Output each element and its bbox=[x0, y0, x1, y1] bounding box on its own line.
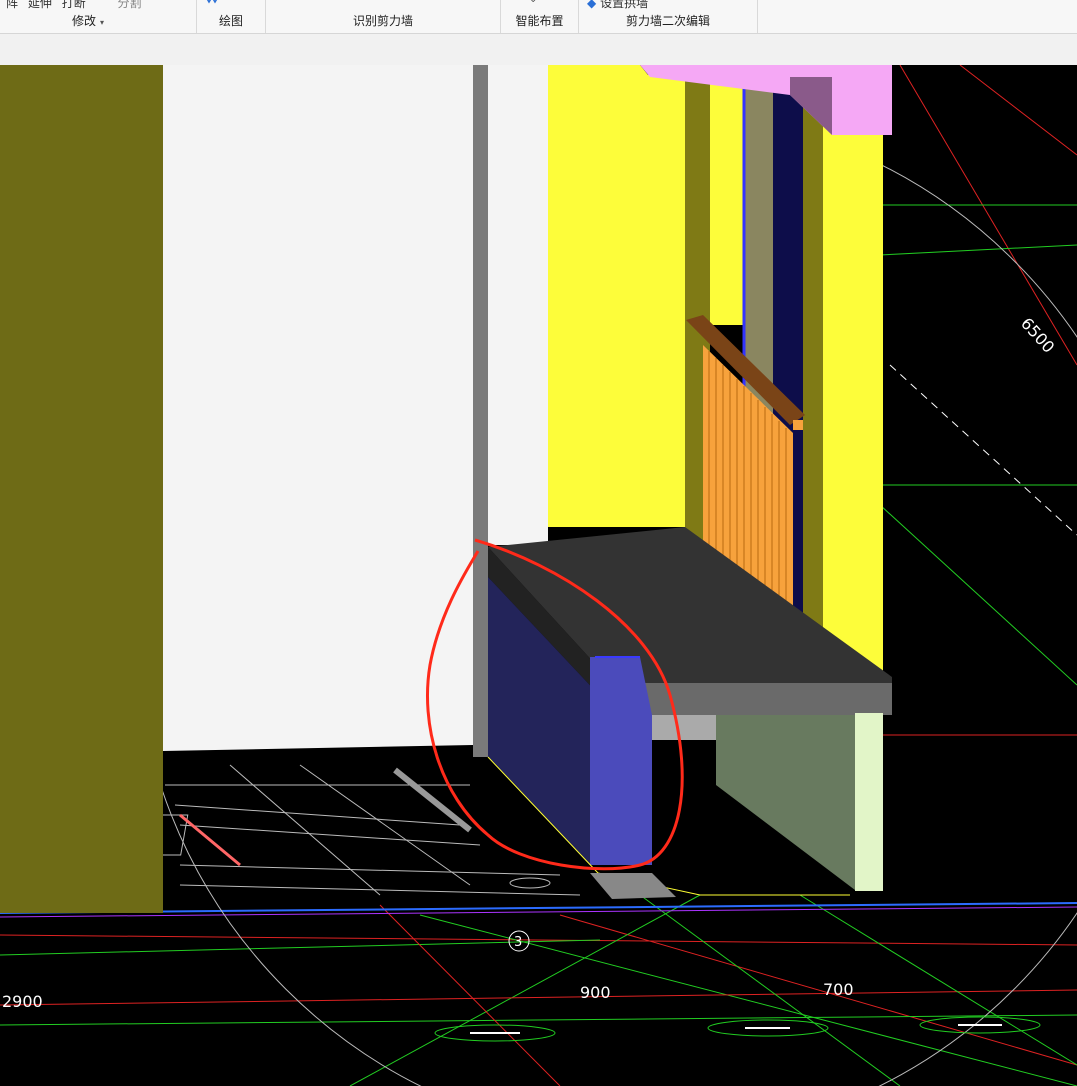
slab-edge[interactable] bbox=[618, 683, 892, 715]
ribbon-group-modify: 阵 延伸 打断 分割 修改 ▾ bbox=[0, 0, 197, 33]
viewport-canvas[interactable]: 6500 2900 900 700 3 bbox=[0, 65, 1077, 1086]
array-tool[interactable]: 阵 bbox=[6, 0, 18, 10]
secondary-toolbar bbox=[0, 34, 1077, 66]
edit2-group-label: 剪力墙二次编辑 bbox=[625, 14, 710, 28]
modify-group-label[interactable]: 修改 ▾ bbox=[0, 12, 196, 29]
ribbon-group-recognize: 识别剪力墙 bbox=[266, 0, 501, 33]
grey-green-wall[interactable] bbox=[716, 715, 855, 890]
ribbon-group-draw: 绘图 bbox=[197, 0, 266, 33]
white-wall-right[interactable] bbox=[488, 65, 548, 545]
chevron-down-icon[interactable]: ▾ bbox=[100, 18, 104, 27]
extend-tool[interactable]: 延伸 bbox=[28, 0, 52, 10]
modify-partial-items: 阵 延伸 打断 分割 bbox=[6, 0, 142, 11]
break-tool[interactable]: 打断 bbox=[62, 0, 86, 10]
modify-label: 修改 bbox=[71, 14, 96, 28]
ribbon-group-edit2: ◆ 设置拱墙 剪力墙二次编辑 bbox=[579, 0, 758, 33]
light-green-column[interactable] bbox=[855, 713, 883, 891]
axis-label-3: 3 bbox=[514, 935, 522, 950]
smart-group-label: 智能布置 bbox=[515, 14, 564, 28]
split-tool[interactable]: 分割 bbox=[118, 0, 142, 10]
yellow-column-gap[interactable] bbox=[710, 75, 745, 325]
ribbon-toolbar: 阵 延伸 打断 分割 修改 ▾ 绘图 识别剪力墙 ⌄ 智能布置 ◆ 设置拱墙 剪力… bbox=[0, 0, 1077, 34]
olive-column-2[interactable] bbox=[803, 75, 823, 675]
chevron-down-icon[interactable]: ⌄ bbox=[529, 0, 537, 5]
3d-viewport[interactable]: 6500 2900 900 700 3 bbox=[0, 65, 1077, 1086]
yellow-wall-main[interactable] bbox=[548, 65, 685, 527]
ribbon-group-smart: ⌄ 智能布置 bbox=[501, 0, 579, 33]
wall-edge-grey[interactable] bbox=[473, 65, 488, 757]
set-arch-wall-tool[interactable]: ◆ 设置拱墙 bbox=[587, 0, 648, 11]
white-wall[interactable] bbox=[163, 65, 473, 751]
dim-2900: 2900 bbox=[2, 992, 43, 1011]
set-arch-wall-label: 设置拱墙 bbox=[600, 0, 649, 10]
axis-ellipse-marks bbox=[470, 1024, 1002, 1034]
blue-wall[interactable] bbox=[590, 657, 652, 865]
dim-700: 700 bbox=[823, 980, 854, 999]
dim-6500: 6500 bbox=[1017, 314, 1058, 357]
floor-grey-pad bbox=[590, 873, 676, 899]
draw-group-label: 绘图 bbox=[218, 14, 243, 28]
draw-icon[interactable] bbox=[205, 0, 219, 4]
dim-900: 900 bbox=[580, 983, 611, 1002]
grey-block[interactable] bbox=[652, 715, 716, 740]
arch-wall-icon: ◆ bbox=[587, 0, 597, 10]
olive-wall-left[interactable] bbox=[0, 65, 163, 913]
yellow-wall-right[interactable] bbox=[823, 105, 883, 675]
recognize-group-label: 识别剪力墙 bbox=[352, 14, 413, 28]
